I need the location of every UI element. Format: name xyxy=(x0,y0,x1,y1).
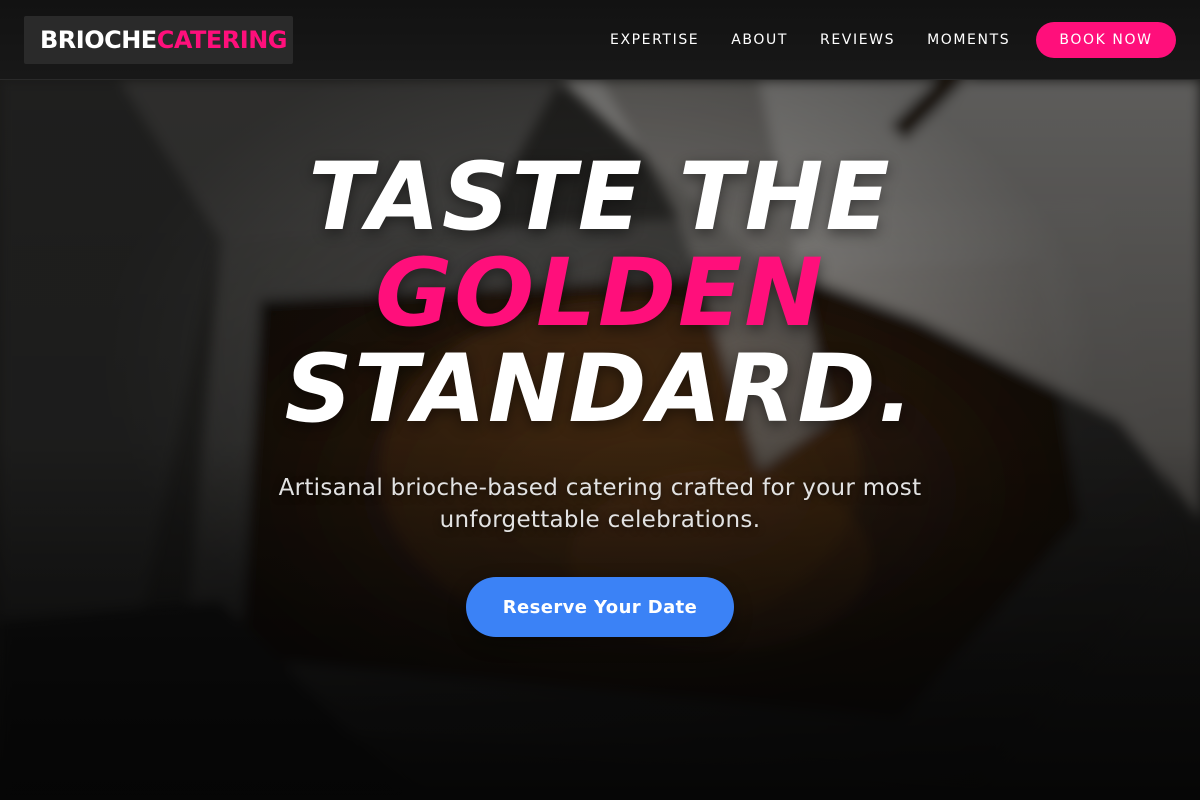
brand-logo-part2: CATERING xyxy=(156,26,288,54)
headline-line-2-accent: GOLDEN xyxy=(375,239,825,348)
nav-link-expertise[interactable]: EXPERTISE xyxy=(610,32,699,48)
book-now-button[interactable]: BOOK NOW xyxy=(1036,22,1176,58)
brand-logo-part1: BRIOCHE xyxy=(40,26,157,54)
hero-headline: TASTE THE GOLDEN STANDARD. xyxy=(0,150,1200,438)
headline-line-3: STANDARD. xyxy=(284,335,916,444)
site-header: BRIOCHE CATERING EXPERTISE ABOUT REVIEWS … xyxy=(0,0,1200,80)
brand-logo[interactable]: BRIOCHE CATERING xyxy=(24,16,293,64)
hero-subtitle: Artisanal brioche-based catering crafted… xyxy=(278,475,922,533)
main-nav: EXPERTISE ABOUT REVIEWS MOMENTS xyxy=(610,0,1042,80)
nav-link-about[interactable]: ABOUT xyxy=(731,32,788,48)
nav-link-moments[interactable]: MOMENTS xyxy=(927,32,1010,48)
hero-section: TASTE THE GOLDEN STANDARD. Artisanal bri… xyxy=(0,150,1200,637)
nav-link-reviews[interactable]: REVIEWS xyxy=(820,32,895,48)
page: BRIOCHE CATERING EXPERTISE ABOUT REVIEWS … xyxy=(0,0,1200,800)
headline-line-1: TASTE THE xyxy=(308,143,892,252)
reserve-date-button[interactable]: Reserve Your Date xyxy=(466,577,734,637)
